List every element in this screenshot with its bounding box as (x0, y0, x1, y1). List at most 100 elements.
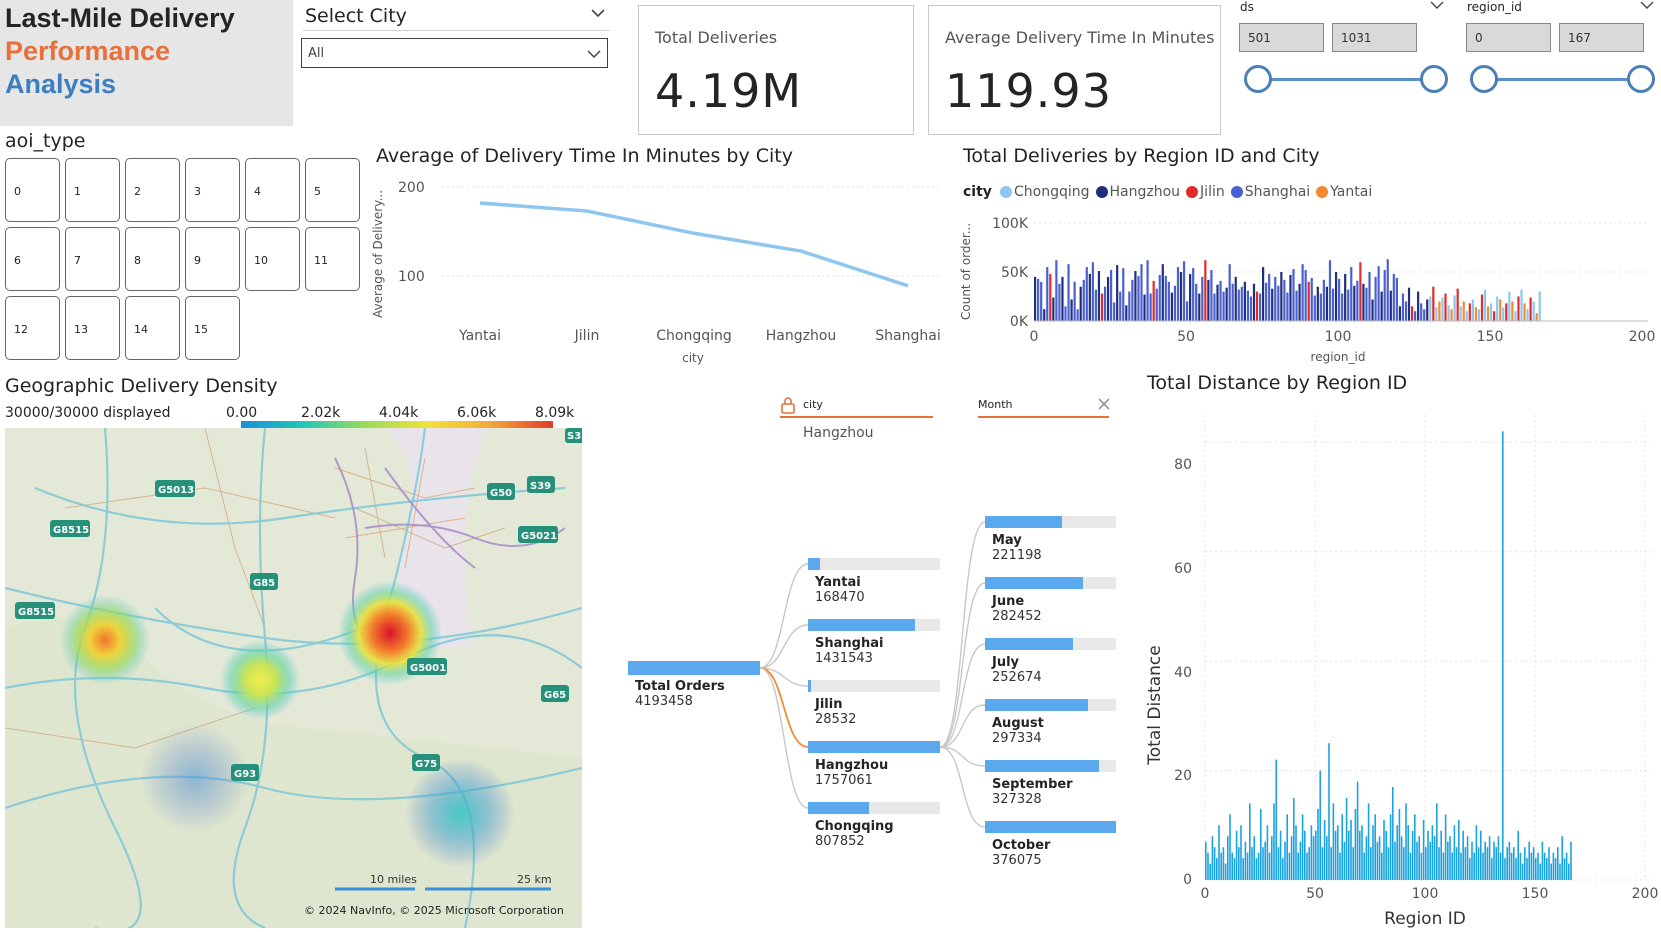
decomp-city-node[interactable]: Shanghai 1431543 (808, 619, 940, 666)
decomp-root-node[interactable]: Total Orders 4193458 (628, 661, 760, 709)
decomp-month-node[interactable]: July 252674 (985, 638, 1116, 685)
decomp-city-node[interactable]: Jilin 28532 (808, 680, 940, 727)
aoi-option-3[interactable]: 3 (185, 158, 240, 222)
distance-bar (1526, 858, 1528, 880)
distance-bar (1515, 858, 1517, 880)
aoi-option-10[interactable]: 10 (245, 227, 300, 291)
map-canvas[interactable]: G5013 G8515 G85 G8515 G50 S39 G5021 G500… (5, 428, 582, 928)
aoi-option-5[interactable]: 5 (305, 158, 360, 222)
region-slider-min-handle[interactable] (1470, 65, 1498, 93)
distance-bar (1297, 852, 1299, 880)
ds-slider-max-handle[interactable] (1420, 65, 1448, 93)
aoi-option-8[interactable]: 8 (125, 227, 180, 291)
distance-bar (1284, 841, 1286, 880)
legend-item[interactable]: Hangzhou (1095, 184, 1180, 200)
legend-item[interactable]: Yantai (1316, 184, 1372, 200)
region-bar (1110, 270, 1113, 321)
aoi-option-1[interactable]: 1 (65, 158, 120, 222)
city-slicer-label: Select City (305, 5, 407, 27)
aoi-option-13[interactable]: 13 (65, 296, 120, 360)
line-chart-xtick: Jilin (574, 328, 600, 344)
region-bar (1262, 267, 1265, 321)
line-chart-xtick: Hangzhou (766, 328, 837, 344)
distance-bar (1337, 825, 1339, 880)
aoi-option-7[interactable]: 7 (65, 227, 120, 291)
decomp-city-node[interactable]: Hangzhou 1757061 (808, 741, 940, 788)
region-min-input[interactable]: 0 (1466, 23, 1551, 52)
line-chart-xlabel: city (682, 351, 704, 365)
aoi-option-0[interactable]: 0 (5, 158, 60, 222)
region-max-input[interactable]: 167 (1559, 23, 1644, 52)
chevron-down-icon[interactable] (1430, 0, 1444, 10)
decomp-month-node[interactable]: September 327328 (985, 760, 1116, 807)
decomp-city-node[interactable]: Yantai 168470 (808, 558, 940, 605)
distance-bar (1422, 819, 1425, 880)
region-bar (1146, 260, 1149, 321)
city-dropdown[interactable]: All (301, 38, 608, 68)
distance-bar (1319, 770, 1321, 880)
legend-item[interactable]: Chongqing (1000, 184, 1090, 200)
ds-slider-track[interactable] (1258, 78, 1434, 81)
aoi-option-12[interactable]: 12 (5, 296, 60, 360)
decomp-bar-fill (985, 577, 1084, 589)
decomp-node-label: Chongqing (815, 819, 894, 834)
decomp-bar-track (985, 760, 1116, 772)
region-bar (1526, 309, 1529, 321)
decomp-root-bar (628, 661, 760, 675)
legend-item[interactable]: Jilin (1186, 184, 1225, 200)
distance-bar-chart: Total Distance 80 60 40 20 0 0 50 100 15… (1145, 415, 1658, 929)
ds-min-input[interactable]: 501 (1239, 23, 1324, 52)
region-bar (1441, 297, 1444, 321)
decomp-node-value: 297334 (992, 731, 1042, 746)
distance-bar (1444, 814, 1447, 880)
aoi-option-9[interactable]: 9 (185, 227, 240, 291)
decomp-city-node[interactable]: Chongqing 807852 (808, 802, 940, 849)
region-bar (1094, 289, 1097, 321)
decomp-month-node[interactable]: October 376075 (985, 821, 1116, 868)
region-bar (1234, 276, 1237, 321)
decomp-month-node[interactable]: June 282452 (985, 577, 1116, 624)
ds-slider-min-handle[interactable] (1244, 65, 1272, 93)
region-bar (1088, 273, 1091, 321)
distance-chart-xlabel: Region ID (1384, 909, 1466, 929)
region-bar (1046, 267, 1049, 321)
ds-max-input[interactable]: 1031 (1332, 23, 1417, 52)
region-bar (1392, 273, 1395, 321)
region-bar (1249, 296, 1253, 321)
distance-bar (1484, 841, 1486, 880)
region-bar (1426, 299, 1429, 321)
region-bar (1432, 286, 1435, 321)
decomp-month-node[interactable]: August 297334 (985, 699, 1116, 746)
aoi-option-6[interactable]: 6 (5, 227, 60, 291)
decomp-node-value: 376075 (992, 853, 1042, 868)
chevron-down-icon[interactable] (590, 5, 606, 21)
distance-bar (1524, 847, 1526, 880)
distance-bar (1546, 858, 1548, 880)
distance-bar (1394, 841, 1396, 880)
distance-bar (1442, 852, 1445, 880)
aoi-option-15[interactable]: 15 (185, 296, 240, 360)
decomp-filter-city-value[interactable]: Hangzhou (803, 425, 874, 441)
distance-bar (1343, 841, 1346, 880)
distance-bar (1471, 841, 1473, 880)
region-bar (1103, 286, 1107, 321)
aoi-option-4[interactable]: 4 (245, 158, 300, 222)
region-bar (1523, 303, 1526, 321)
chevron-down-icon[interactable] (1640, 0, 1654, 10)
decomp-month-node[interactable]: May 221198 (985, 516, 1116, 563)
region-slider-max-handle[interactable] (1627, 65, 1655, 93)
region-bar (1319, 293, 1322, 321)
aoi-option-14[interactable]: 14 (125, 296, 180, 360)
distance-bar (1570, 841, 1572, 880)
close-icon[interactable] (1098, 398, 1110, 410)
line-chart-marks (479, 201, 909, 288)
distance-bar (1480, 830, 1482, 880)
region-slider-track[interactable] (1484, 78, 1642, 81)
aoi-option-11[interactable]: 11 (305, 227, 360, 291)
delivery-density-map[interactable]: G5013 G8515 G85 G8515 G50 S39 G5021 G500… (5, 428, 582, 928)
aoi-option-2[interactable]: 2 (125, 158, 180, 222)
distance-bar (1537, 852, 1539, 880)
map-legend-tick: 0.00 (226, 405, 258, 421)
legend-item[interactable]: Shanghai (1230, 184, 1310, 200)
distance-bar (1363, 852, 1365, 880)
